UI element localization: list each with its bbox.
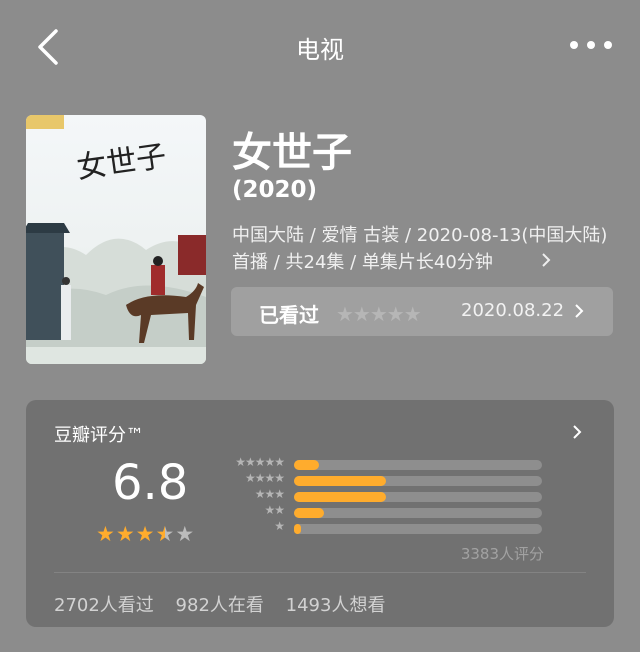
rating-stars: ★★★★★ [96,522,195,546]
rating-bar-stars: ★★ [264,503,284,517]
top-bar: 电视 [0,0,640,96]
rating-bar-5: ★★★★★ [222,455,542,470]
rating-score: 6.8 [112,455,189,511]
rating-bar-4: ★★★★ [222,471,542,486]
my-rating-stars[interactable]: ★★★★★ [336,302,422,326]
poster-image[interactable]: 女世子 [26,115,206,364]
watched-status-button[interactable]: 已看过 ★★★★★ 2020.08.22 [231,287,613,336]
watched-date: 2020.08.22 [461,300,565,321]
rating-bar-2: ★★ [222,503,542,518]
rating-bar-fill [294,460,319,470]
rating-bar-stars: ★★★★★ [235,455,285,469]
rating-bar-stars: ★★★ [254,487,285,501]
rating-title: 豆瓣评分™ [54,425,144,446]
rating-bar-fill [294,524,302,534]
chevron-right-icon [575,304,584,318]
watched-label: 已看过 [259,303,319,327]
meta-chevron-icon[interactable] [541,252,551,268]
stat-watched[interactable]: 2702人看过 [54,595,154,616]
rating-bar-stars: ★★★★ [244,471,285,485]
more-options-icon[interactable] [568,38,614,52]
rating-bar-fill [294,508,324,518]
rating-bar-stars: ★ [274,519,285,533]
stat-watching[interactable]: 982人在看 [176,595,264,616]
show-year: (2020) [232,177,318,203]
star-full-icon: ★ [135,522,156,546]
page-title: 电视 [296,36,344,64]
rating-bar-3: ★★★ [222,487,542,502]
chevron-right-icon[interactable] [572,424,582,440]
star-half-icon: ★ [155,522,176,546]
star-empty-icon: ★ [175,522,196,546]
rating-bar-fill [294,492,386,502]
show-title: 女世子 [232,130,352,176]
rating-card[interactable]: 豆瓣评分™ 6.8 ★★★★★ ★★★★★ ★★★★ ★★★ ★★ ★ 3383… [26,400,614,627]
star-full-icon: ★ [96,522,116,546]
rating-bar-fill [294,476,386,486]
rating-bar-1: ★ [222,519,542,534]
star-full-icon: ★ [115,522,136,546]
stat-want[interactable]: 1493人想看 [286,595,386,616]
rater-count: 3383人评分 [460,545,544,563]
show-meta[interactable]: 中国大陆 / 爱情 古装 / 2020-08-13(中国大陆)首播 / 共24集… [232,222,612,276]
poster-artwork [26,223,206,364]
viewer-stats: 2702人看过 982人在看 1493人想看 [54,591,401,617]
divider [54,572,586,573]
